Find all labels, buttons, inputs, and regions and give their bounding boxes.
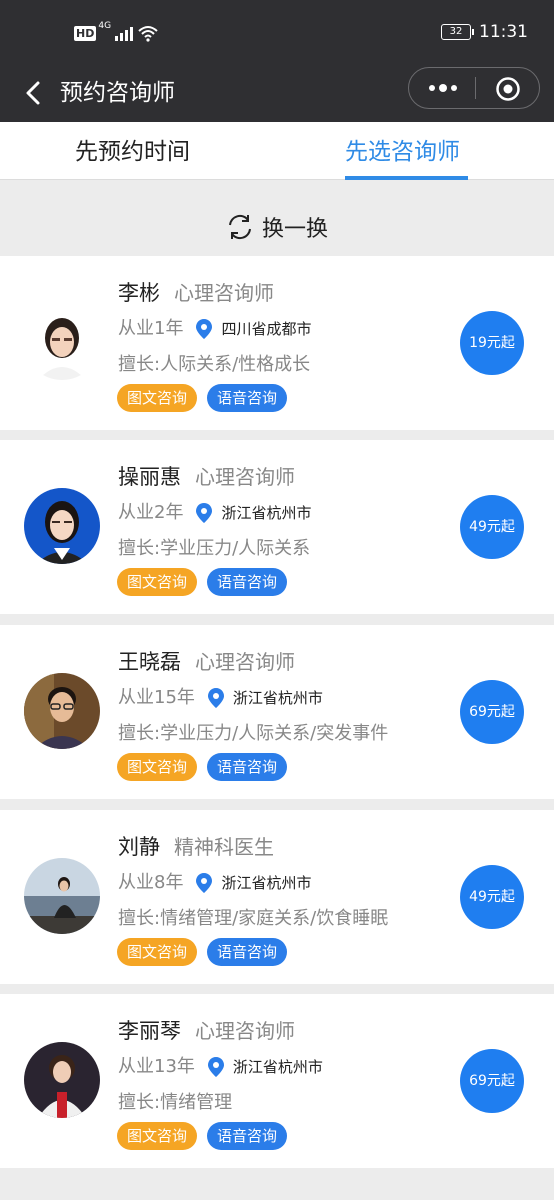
consult-badges: 图文咨询 语音咨询	[117, 568, 288, 596]
consult-badges: 图文咨询 语音咨询	[117, 753, 288, 781]
avatar	[24, 304, 100, 380]
text-consult-badge[interactable]: 图文咨询	[117, 568, 198, 596]
refresh-button[interactable]: 换一换	[0, 200, 554, 254]
location-text: 浙江省杭州市	[232, 689, 323, 707]
location-pin-icon	[207, 688, 224, 708]
consult-badges: 图文咨询 语音咨询	[117, 1122, 288, 1150]
avatar	[24, 488, 100, 564]
counselor-card[interactable]: 操丽惠 心理咨询师 从业2年 浙江省杭州市 擅长:学业压力/人际关系 图文咨询 语…	[0, 440, 554, 614]
avatar	[24, 858, 100, 934]
avatar	[24, 673, 100, 749]
counselor-name-line: 王晓磊 心理咨询师	[118, 647, 295, 677]
text-consult-badge[interactable]: 图文咨询	[117, 938, 198, 966]
consult-badges: 图文咨询 语音咨询	[117, 938, 288, 966]
location-pin-icon	[207, 1057, 224, 1077]
price-button[interactable]: 69元起	[460, 1049, 524, 1113]
hd-badge: HD	[74, 25, 97, 41]
counselor-name-line: 李彬 心理咨询师	[118, 278, 274, 308]
specialty-text: 擅长:学业压力/人际关系	[118, 538, 311, 559]
battery-icon: 32	[441, 24, 474, 40]
network-generation: 4G	[98, 21, 112, 31]
tab-choose-counselor[interactable]: 先选咨询师	[345, 136, 460, 168]
counselor-card[interactable]: 王晓磊 心理咨询师 从业15年 浙江省杭州市 擅长:学业压力/人际关系/突发事件 …	[0, 625, 554, 799]
voice-consult-badge[interactable]: 语音咨询	[207, 753, 288, 781]
signal-icon	[115, 25, 134, 41]
counselor-name: 王晓磊	[118, 650, 181, 674]
mini-program-capsule	[408, 67, 540, 109]
text-consult-badge[interactable]: 图文咨询	[117, 384, 198, 412]
counselor-name: 李彬	[118, 281, 160, 305]
voice-consult-badge[interactable]: 语音咨询	[207, 384, 288, 412]
text-consult-badge[interactable]: 图文咨询	[117, 753, 198, 781]
price-button[interactable]: 49元起	[460, 865, 524, 929]
clock: 11:31	[479, 22, 528, 42]
years-text: 从业8年	[118, 872, 184, 893]
voice-consult-badge[interactable]: 语音咨询	[207, 938, 288, 966]
navigation-bar: 预约咨询师	[0, 66, 554, 122]
years-text: 从业1年	[118, 318, 184, 339]
experience-line: 从业2年 浙江省杭州市	[118, 500, 311, 526]
back-arrow-icon[interactable]	[20, 78, 50, 108]
location-pin-icon	[196, 503, 213, 523]
counselor-card[interactable]: 李彬 心理咨询师 从业1年 四川省成都市 擅长:人际关系/性格成长 图文咨询 语音…	[0, 256, 554, 430]
active-tab-indicator	[345, 176, 468, 180]
experience-line: 从业8年 浙江省杭州市	[118, 870, 311, 896]
capsule-divider	[475, 77, 476, 99]
tab-book-time[interactable]: 先预约时间	[75, 136, 190, 168]
counselor-name: 李丽琴	[118, 1019, 181, 1043]
location-pin-icon	[196, 319, 213, 339]
price-button[interactable]: 49元起	[460, 495, 524, 559]
voice-consult-badge[interactable]: 语音咨询	[207, 1122, 288, 1150]
tab-bar: 先预约时间 先选咨询师	[0, 122, 554, 180]
voice-consult-badge[interactable]: 语音咨询	[207, 568, 288, 596]
status-bar: HD 4G 32 11:31	[0, 0, 554, 66]
specialty-text: 擅长:学业压力/人际关系/突发事件	[118, 723, 389, 744]
specialty-text: 擅长:人际关系/性格成长	[118, 354, 311, 375]
specialty-text: 擅长:情绪管理	[118, 1092, 233, 1113]
counselor-role: 心理咨询师	[195, 1019, 295, 1043]
counselor-name-line: 刘静 精神科医生	[118, 832, 274, 862]
counselor-role: 心理咨询师	[195, 650, 295, 674]
refresh-label: 换一换	[261, 217, 328, 242]
signal-group: HD 4G	[74, 21, 159, 44]
status-right: 32 11:31	[441, 22, 528, 42]
years-text: 从业2年	[118, 502, 184, 523]
location-text: 浙江省杭州市	[232, 1058, 323, 1076]
experience-line: 从业13年 浙江省杭州市	[118, 1054, 323, 1080]
experience-line: 从业15年 浙江省杭州市	[118, 685, 323, 711]
close-target-icon[interactable]	[495, 76, 521, 102]
counselor-role: 心理咨询师	[195, 465, 295, 489]
page-title: 预约咨询师	[60, 80, 175, 106]
text-consult-badge[interactable]: 图文咨询	[117, 1122, 198, 1150]
years-text: 从业15年	[118, 687, 195, 708]
price-button[interactable]: 69元起	[460, 680, 524, 744]
consult-badges: 图文咨询 语音咨询	[117, 384, 288, 412]
counselor-role: 精神科医生	[174, 835, 274, 859]
counselor-name: 刘静	[118, 835, 160, 859]
price-button[interactable]: 19元起	[460, 311, 524, 375]
avatar	[24, 1042, 100, 1118]
wifi-icon	[138, 26, 158, 42]
counselor-role: 心理咨询师	[174, 281, 274, 305]
more-dots-icon[interactable]	[423, 78, 463, 98]
specialty-text: 擅长:情绪管理/家庭关系/饮食睡眠	[118, 908, 389, 929]
counselor-name-line: 李丽琴 心理咨询师	[118, 1016, 295, 1046]
years-text: 从业13年	[118, 1056, 195, 1077]
counselor-card[interactable]: 李丽琴 心理咨询师 从业13年 浙江省杭州市 擅长:情绪管理 图文咨询 语音咨询 …	[0, 994, 554, 1168]
counselor-name-line: 操丽惠 心理咨询师	[118, 462, 295, 492]
location-text: 四川省成都市	[221, 320, 312, 338]
counselor-name: 操丽惠	[118, 465, 181, 489]
refresh-icon	[228, 214, 251, 240]
location-pin-icon	[196, 873, 213, 893]
location-text: 浙江省杭州市	[221, 874, 312, 892]
location-text: 浙江省杭州市	[221, 504, 312, 522]
counselor-card[interactable]: 刘静 精神科医生 从业8年 浙江省杭州市 擅长:情绪管理/家庭关系/饮食睡眠 图文…	[0, 810, 554, 984]
experience-line: 从业1年 四川省成都市	[118, 316, 311, 342]
